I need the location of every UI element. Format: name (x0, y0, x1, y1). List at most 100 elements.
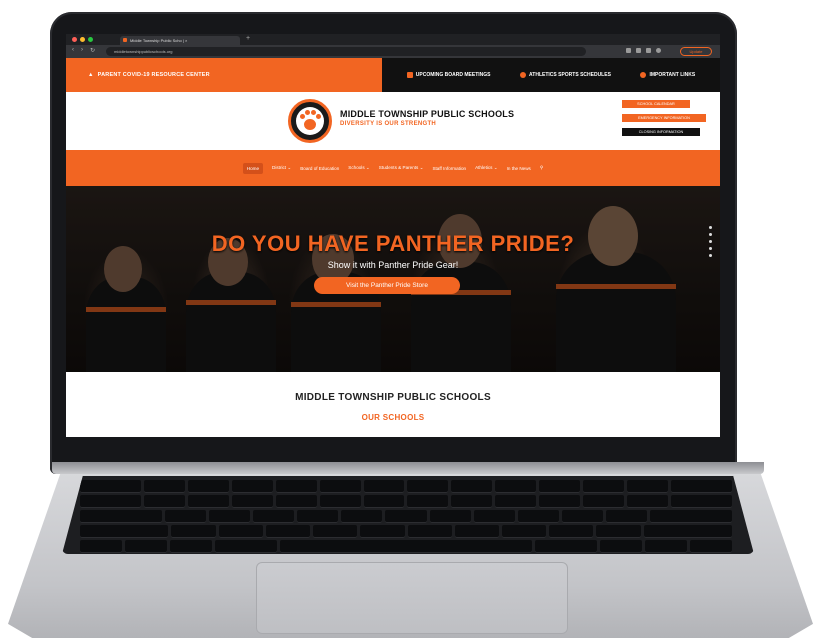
key (144, 495, 186, 508)
nav-district[interactable]: District ⌄ (272, 165, 291, 171)
covid-alert-link[interactable]: ▲ PARENT COVID-19 RESOURCE CENTER (66, 58, 382, 92)
minimize-window-icon[interactable] (80, 37, 85, 42)
key (539, 480, 580, 493)
bookmark-icon[interactable] (636, 48, 641, 53)
key (407, 525, 452, 538)
school-calendar-button[interactable]: SCHOOL CALENDAR (622, 100, 690, 108)
browser-tab-strip: Middle Township Public Scho | × + (66, 34, 720, 45)
visit-store-button[interactable]: Visit the Panther Pride Store (314, 277, 460, 294)
schools-section: MIDDLE TOWNSHIP PUBLIC SCHOOLS OUR SCHOO… (66, 372, 720, 437)
key (165, 510, 207, 523)
key (539, 495, 580, 508)
important-links-label: IMPORTANT LINKS (649, 72, 696, 78)
key (451, 480, 493, 493)
key (341, 510, 383, 523)
key (495, 495, 537, 508)
slider-dot[interactable] (709, 247, 712, 250)
keyboard (62, 476, 754, 554)
key (670, 480, 732, 493)
key (265, 525, 311, 538)
key (561, 510, 603, 523)
key (214, 540, 278, 553)
tab-search-icon[interactable] (646, 48, 651, 53)
extension-icon[interactable] (626, 48, 631, 53)
key (643, 525, 733, 538)
browser-toolbar: ‹ › ↻ middletownshippublicschools.org Up… (66, 45, 720, 58)
search-icon[interactable]: ⚲ (540, 165, 543, 171)
key (209, 510, 251, 523)
slider-dot[interactable] (709, 226, 712, 229)
nav-athletics[interactable]: Athletics ⌄ (475, 165, 498, 171)
key (596, 525, 641, 538)
new-tab-icon[interactable]: + (246, 35, 250, 42)
laptop-hinge (52, 462, 764, 474)
slider-dot[interactable] (709, 233, 712, 236)
nav-schools[interactable]: Schools ⌄ (348, 165, 369, 171)
paw-toe (311, 110, 316, 115)
key (534, 540, 598, 553)
athletics-schedules-link[interactable]: ATHLETICS SPORTS SCHEDULES (520, 72, 611, 78)
section-subtitle: OUR SCHOOLS (361, 413, 425, 422)
account-icon[interactable] (656, 48, 661, 53)
site-tagline: DIVERSITY IS OUR STRENGTH (340, 121, 437, 127)
key (218, 525, 263, 538)
nav-students-parents[interactable]: Students & Parents ⌄ (379, 165, 424, 171)
key (626, 495, 668, 508)
hero-title: DO YOU HAVE PANTHER PRIDE? (211, 231, 575, 256)
maximize-window-icon[interactable] (88, 37, 93, 42)
address-bar[interactable]: middletownshippublicschools.org (106, 47, 586, 56)
key (171, 525, 216, 538)
main-navigation: Home District ⌄ Board of Education Schoo… (66, 150, 720, 186)
key (319, 480, 361, 493)
key (582, 480, 624, 493)
key (517, 510, 559, 523)
board-meetings-link[interactable]: UPCOMING BOARD MEETINGS (406, 72, 491, 78)
emergency-information-button[interactable]: EMERGENCY INFORMATION (622, 114, 706, 122)
back-icon[interactable]: ‹ (72, 47, 74, 53)
key (549, 525, 594, 538)
key (501, 525, 547, 538)
forward-icon[interactable]: › (81, 47, 83, 53)
key (407, 480, 449, 493)
slider-dot[interactable] (709, 254, 712, 257)
close-window-icon[interactable] (72, 37, 77, 42)
reload-icon[interactable]: ↻ (90, 47, 95, 54)
nav-board-of-education[interactable]: Board of Education (300, 166, 339, 171)
key (297, 510, 339, 523)
utility-bar: ▲ PARENT COVID-19 RESOURCE CENTER UPCOMI… (66, 58, 720, 92)
panther-paw-logo[interactable] (288, 99, 332, 143)
slider-dot[interactable] (709, 240, 712, 243)
nav-in-the-news[interactable]: In the News (507, 166, 531, 171)
important-links-link[interactable]: IMPORTANT LINKS (640, 72, 695, 78)
key (188, 495, 230, 508)
key (473, 510, 515, 523)
key (582, 495, 624, 508)
athletics-schedules-label: ATHLETICS SPORTS SCHEDULES (529, 72, 611, 78)
key (429, 510, 471, 523)
key (454, 525, 499, 538)
slider-dots[interactable] (709, 226, 712, 261)
key (670, 495, 732, 508)
key (80, 525, 169, 538)
hero-banner: DO YOU HAVE PANTHER PRIDE? Show it with … (66, 186, 720, 372)
calendar-icon (406, 72, 413, 78)
key (605, 510, 647, 523)
paw-toe (300, 114, 305, 119)
closing-information-button[interactable]: CLOSING INFORMATION (622, 128, 700, 136)
key (80, 495, 142, 508)
key (600, 540, 643, 553)
key (363, 495, 405, 508)
hero-subtitle: Show it with Panther Pride Gear! (327, 260, 459, 270)
paw-toe (305, 110, 310, 115)
key (626, 480, 668, 493)
browser-tab[interactable]: Middle Township Public Scho | × (120, 36, 240, 45)
site-title[interactable]: MIDDLE TOWNSHIP PUBLIC SCHOOLS (340, 109, 514, 119)
key (385, 510, 427, 523)
nav-staff-information[interactable]: Staff Information (432, 166, 466, 171)
utility-links: UPCOMING BOARD MEETINGS ATHLETICS SPORTS… (382, 58, 720, 92)
nav-home[interactable]: Home (242, 162, 264, 174)
key (80, 540, 122, 553)
key (360, 525, 405, 538)
update-button[interactable]: Update (680, 47, 712, 56)
key (124, 540, 167, 553)
